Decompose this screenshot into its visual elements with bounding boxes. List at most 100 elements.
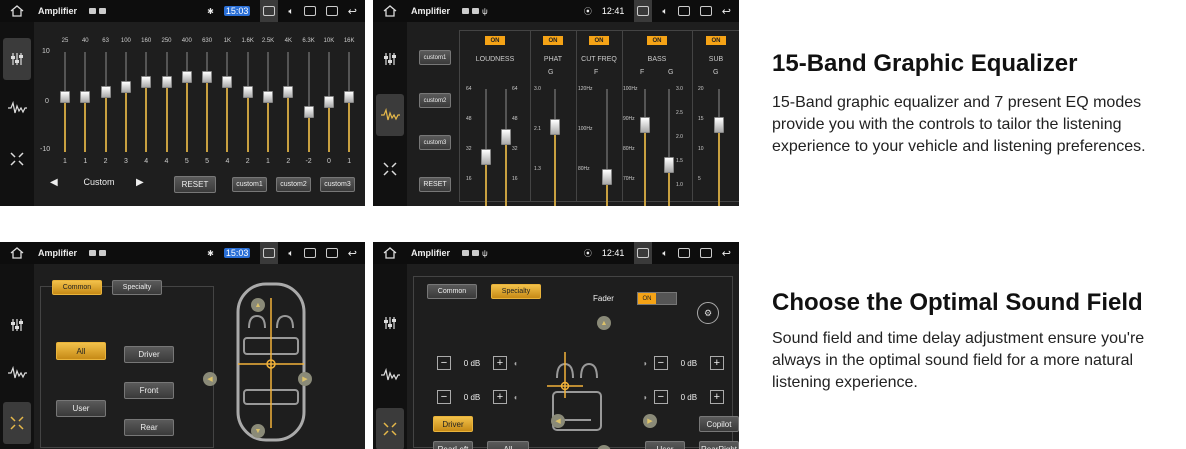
custom1-button[interactable]: custom1 — [419, 50, 451, 65]
home-icon[interactable] — [10, 5, 24, 17]
on-badge[interactable]: ON — [485, 36, 505, 45]
right-arrow-icon[interactable]: ▶ — [643, 414, 657, 428]
rear-button[interactable]: Rear — [124, 419, 174, 436]
rearright-button[interactable]: RearRight — [699, 441, 739, 449]
minus-button[interactable]: − — [653, 390, 668, 404]
back-icon[interactable]: ↩ — [348, 5, 357, 18]
all-button[interactable]: All — [56, 342, 106, 360]
volume-icon[interactable]: 🔈︎ — [288, 248, 293, 259]
sidebar-audio-button[interactable] — [376, 94, 404, 136]
band-slider-knob[interactable] — [100, 86, 111, 98]
custom2-button[interactable]: custom2 — [419, 93, 451, 108]
recent-apps-icon[interactable] — [699, 6, 712, 16]
back-icon[interactable]: ↩ — [722, 247, 731, 260]
back-icon[interactable]: ↩ — [722, 5, 731, 18]
sidebar-eq-button[interactable] — [3, 38, 31, 80]
band-slider-knob[interactable] — [344, 91, 355, 103]
driver-button[interactable]: Driver — [433, 416, 473, 432]
sidebar-soundfield-button[interactable] — [3, 402, 31, 444]
close-app-icon[interactable] — [677, 6, 690, 16]
close-app-icon[interactable] — [303, 248, 316, 258]
band-slider-knob[interactable] — [263, 91, 273, 103]
driver-button[interactable]: Driver — [124, 346, 174, 363]
reset-button[interactable]: RESET — [174, 176, 216, 193]
tab-specialty[interactable]: Specialty — [491, 284, 541, 299]
close-app-icon[interactable] — [303, 6, 316, 16]
band-slider-knob[interactable] — [323, 96, 334, 108]
front-button[interactable]: Front — [124, 382, 174, 399]
cutfreq-slider[interactable] — [602, 169, 612, 186]
camera-icon[interactable] — [634, 0, 653, 22]
car-settings-icon[interactable]: ⚙ — [697, 302, 719, 324]
tab-specialty[interactable]: Specialty — [112, 280, 162, 295]
recent-apps-icon[interactable] — [325, 6, 338, 16]
home-icon[interactable] — [383, 5, 397, 17]
band-slider-knob[interactable] — [303, 106, 314, 118]
sidebar-audio-button[interactable] — [3, 352, 31, 394]
band-slider-knob[interactable] — [141, 76, 152, 88]
preset-next-button[interactable]: ▶ — [136, 177, 144, 188]
on-badge[interactable]: ON — [706, 36, 726, 45]
band-slider-knob[interactable] — [80, 91, 91, 103]
sidebar-soundfield-button[interactable] — [376, 408, 404, 449]
volume-icon[interactable]: 🔈︎ — [662, 248, 667, 259]
close-app-icon[interactable] — [677, 248, 690, 258]
bass-g-slider[interactable] — [664, 157, 674, 174]
camera-icon[interactable] — [260, 0, 279, 22]
on-badge[interactable]: ON — [647, 36, 667, 45]
on-badge[interactable]: ON — [589, 36, 609, 45]
sidebar-soundfield-button[interactable] — [3, 138, 31, 180]
volume-icon[interactable]: 🔈︎ — [662, 6, 667, 17]
bass-f-slider[interactable] — [640, 116, 650, 133]
home-icon[interactable] — [10, 247, 24, 259]
sidebar-audio-button[interactable] — [3, 87, 31, 129]
camera-icon[interactable] — [634, 242, 653, 264]
rearleft-button[interactable]: RearLeft — [433, 441, 473, 449]
reset-button[interactable]: RESET — [419, 177, 451, 192]
preset-prev-button[interactable]: ◀ — [50, 177, 58, 188]
on-badge[interactable]: ON — [543, 36, 563, 45]
band-slider-knob[interactable] — [242, 86, 253, 98]
sidebar-eq-button[interactable] — [3, 304, 31, 346]
fader-toggle[interactable]: ON — [637, 292, 677, 305]
phat-slider[interactable] — [550, 119, 560, 135]
band-slider-knob[interactable] — [60, 91, 70, 103]
tab-common[interactable]: Common — [427, 284, 477, 299]
left-arrow-icon[interactable]: ◀ — [203, 372, 217, 386]
plus-button[interactable]: + — [709, 390, 724, 404]
minus-button[interactable]: − — [653, 356, 668, 370]
band-slider-knob[interactable] — [222, 76, 233, 88]
band-slider-knob[interactable] — [120, 81, 131, 93]
up-arrow-icon[interactable]: ▲ — [251, 298, 265, 312]
minus-button[interactable]: − — [437, 356, 451, 370]
band-slider-knob[interactable] — [161, 76, 172, 88]
left-arrow-icon[interactable]: ◀ — [551, 414, 565, 428]
copilot-button[interactable]: Copilot — [699, 416, 739, 432]
plus-button[interactable]: + — [493, 356, 507, 370]
all-button[interactable]: All — [487, 441, 529, 449]
up-arrow-icon[interactable]: ▲ — [597, 316, 611, 330]
recent-apps-icon[interactable] — [325, 248, 338, 258]
band-slider-knob[interactable] — [181, 71, 192, 83]
camera-icon[interactable] — [260, 242, 279, 264]
plus-button[interactable]: + — [493, 390, 507, 404]
sidebar-audio-button[interactable] — [376, 354, 404, 396]
down-arrow-icon[interactable]: ▼ — [251, 424, 265, 438]
sidebar-eq-button[interactable] — [376, 302, 404, 344]
home-icon[interactable] — [383, 247, 397, 259]
custom1-button[interactable]: custom1 — [232, 177, 267, 192]
right-arrow-icon[interactable]: ▶ — [298, 372, 312, 386]
back-icon[interactable]: ↩ — [348, 247, 357, 260]
sidebar-soundfield-button[interactable] — [376, 148, 404, 190]
band-slider-knob[interactable] — [202, 71, 213, 83]
custom2-button[interactable]: custom2 — [276, 177, 311, 192]
custom3-button[interactable]: custom3 — [320, 177, 355, 192]
loudness-slider-left[interactable] — [481, 149, 491, 165]
sub-slider[interactable] — [714, 116, 724, 133]
loudness-slider-right[interactable] — [501, 128, 511, 145]
band-slider-knob[interactable] — [283, 86, 294, 98]
custom3-button[interactable]: custom3 — [419, 135, 451, 150]
minus-button[interactable]: − — [437, 390, 451, 404]
user-button[interactable]: User — [645, 441, 685, 449]
sidebar-eq-button[interactable] — [376, 38, 404, 80]
